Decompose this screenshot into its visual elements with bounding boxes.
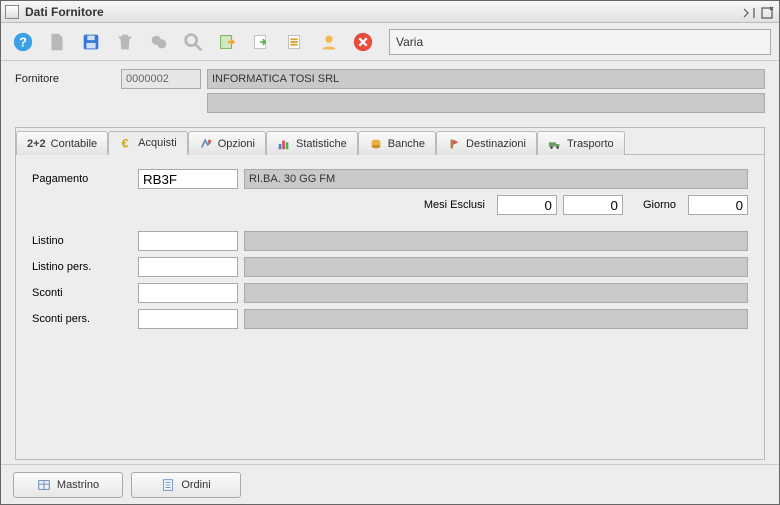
sconti-pers-input[interactable]	[138, 309, 238, 329]
user-button[interactable]	[315, 28, 343, 56]
listino-desc	[244, 231, 748, 251]
sconti-desc	[244, 283, 748, 303]
pagamento-code-input[interactable]	[138, 169, 238, 189]
tab-destinazioni[interactable]: Destinazioni	[436, 131, 537, 155]
tab-label: Opzioni	[218, 138, 255, 150]
mesi-esclusi-label: Mesi Esclusi	[424, 199, 485, 211]
tab-acquisti[interactable]: € Acquisti	[108, 131, 188, 155]
export-button[interactable]	[247, 28, 275, 56]
tab-trasporto[interactable]: Trasporto	[537, 131, 625, 155]
ordini-button[interactable]: Ordini	[131, 472, 241, 498]
window-title: Dati Fornitore	[25, 5, 741, 19]
app-icon	[5, 5, 19, 19]
tab-contabile[interactable]: 2+2 2+2 Contabile Contabile	[16, 131, 108, 155]
mese2-input[interactable]	[563, 195, 623, 215]
pagamento-desc: RI.BA. 30 GG FM	[244, 169, 748, 189]
fornitore-extra	[207, 93, 765, 113]
tab-content-acquisti: Pagamento RI.BA. 30 GG FM Mesi Esclusi G…	[16, 155, 764, 459]
sconti-input[interactable]	[138, 283, 238, 303]
tab-label: Trasporto	[567, 138, 614, 150]
tab-label: Statistiche	[296, 138, 347, 150]
ordini-label: Ordini	[181, 479, 210, 491]
content: Fornitore 0000002 INFORMATICA TOSI SRL 2…	[1, 61, 779, 464]
print-button[interactable]	[145, 28, 173, 56]
save-button[interactable]	[77, 28, 105, 56]
fornitore-label: Fornitore	[15, 73, 115, 85]
import-button[interactable]	[213, 28, 241, 56]
listino-pers-label: Listino pers.	[32, 261, 132, 273]
sconti-pers-desc	[244, 309, 748, 329]
tab-statistiche[interactable]: Statistiche	[266, 131, 358, 155]
delete-button[interactable]	[111, 28, 139, 56]
listino-pers-desc	[244, 257, 748, 277]
listino-pers-input[interactable]	[138, 257, 238, 277]
search-button[interactable]	[179, 28, 207, 56]
svg-text:€: €	[122, 136, 129, 150]
listino-label: Listino	[32, 235, 132, 247]
listino-input[interactable]	[138, 231, 238, 251]
footer: Mastrino Ordini	[1, 464, 779, 504]
help-button[interactable]: ?	[9, 28, 37, 56]
mastrino-label: Mastrino	[57, 479, 99, 491]
tab-label: Destinazioni	[466, 138, 526, 150]
sconti-pers-label: Sconti pers.	[32, 313, 132, 325]
svg-text:?: ?	[19, 34, 27, 49]
tab-label: Acquisti	[138, 137, 177, 149]
new-button[interactable]	[43, 28, 71, 56]
mastrino-button[interactable]: Mastrino	[13, 472, 123, 498]
list-button[interactable]	[281, 28, 309, 56]
close-button[interactable]	[349, 28, 377, 56]
toolbar: ?	[1, 23, 779, 61]
fornitore-code: 0000002	[121, 69, 201, 89]
toolbar-text-input[interactable]	[389, 29, 771, 55]
window: Dati Fornitore ?	[0, 0, 780, 505]
tabbar: 2+2 2+2 Contabile Contabile € Acquisti O…	[16, 128, 764, 155]
tab-label: Banche	[388, 138, 425, 150]
titlebar: Dati Fornitore	[1, 1, 779, 23]
mese1-input[interactable]	[497, 195, 557, 215]
fornitore-name: INFORMATICA TOSI SRL	[207, 69, 765, 89]
giorno-input[interactable]	[688, 195, 748, 215]
pagamento-label: Pagamento	[32, 173, 132, 185]
sconti-label: Sconti	[32, 287, 132, 299]
tab-opzioni[interactable]: Opzioni	[188, 131, 266, 155]
tabs-container: 2+2 2+2 Contabile Contabile € Acquisti O…	[15, 127, 765, 460]
tab-banche[interactable]: Banche	[358, 131, 436, 155]
giorno-label: Giorno	[643, 199, 676, 211]
window-maximize-icon[interactable]	[759, 5, 775, 19]
window-minimize-icon[interactable]	[741, 5, 757, 19]
